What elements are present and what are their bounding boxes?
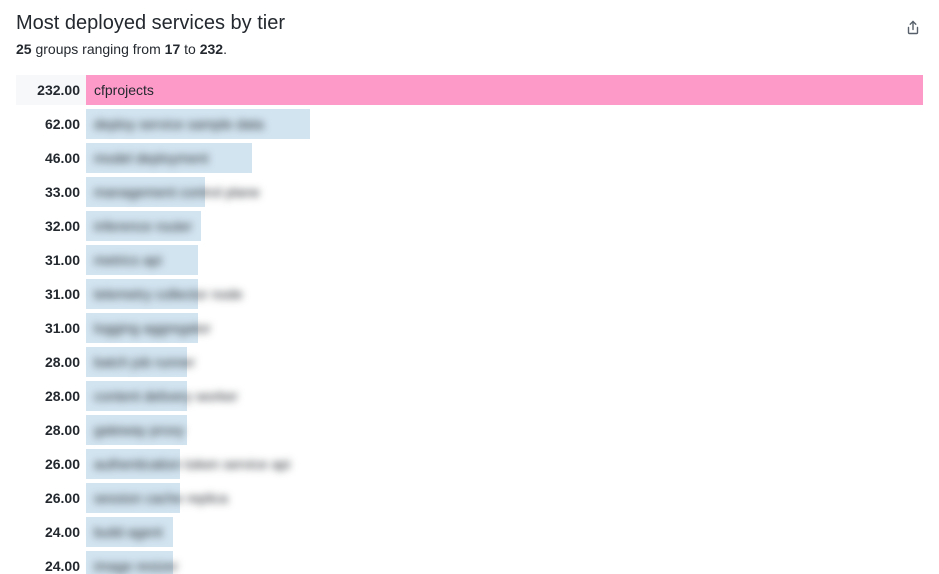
subtitle-text-3: . xyxy=(223,41,227,57)
chart-row[interactable]: 232.00cfprojects xyxy=(16,75,923,105)
bar-track: content delivery worker xyxy=(86,381,923,411)
bar-fill xyxy=(86,211,201,241)
bar-fill xyxy=(86,483,180,513)
range-max: 232 xyxy=(200,41,223,57)
page-title: Most deployed services by tier xyxy=(16,12,285,35)
bar-track: inference router xyxy=(86,211,923,241)
chart-row[interactable]: 32.00inference router xyxy=(16,211,923,241)
bar-value: 26.00 xyxy=(16,449,86,479)
panel: Most deployed services by tier 25 groups… xyxy=(0,0,939,574)
bar-track: model deployment xyxy=(86,143,923,173)
bar-track: build agent xyxy=(86,517,923,547)
bar-chart: 232.00cfprojects62.00deploy service samp… xyxy=(16,75,923,574)
bar-track: session cache replica xyxy=(86,483,923,513)
bar-fill xyxy=(86,381,187,411)
bar-track: telemetry collector node xyxy=(86,279,923,309)
bar-fill xyxy=(86,449,180,479)
bar-fill xyxy=(86,551,173,574)
bar-fill xyxy=(86,177,205,207)
bar-track: gateway proxy xyxy=(86,415,923,445)
bar-value: 46.00 xyxy=(16,143,86,173)
bar-fill xyxy=(86,143,252,173)
subtitle-text-2: to xyxy=(180,41,199,57)
bar-fill xyxy=(86,75,923,105)
subtitle-text-1: groups ranging from xyxy=(32,41,165,57)
bar-value: 28.00 xyxy=(16,381,86,411)
bar-fill xyxy=(86,245,198,275)
bar-value: 62.00 xyxy=(16,109,86,139)
bar-fill xyxy=(86,415,187,445)
bar-value: 28.00 xyxy=(16,415,86,445)
share-icon xyxy=(905,20,921,36)
bar-value: 31.00 xyxy=(16,279,86,309)
bar-track: metrics api xyxy=(86,245,923,275)
chart-row[interactable]: 28.00content delivery worker xyxy=(16,381,923,411)
bar-value: 26.00 xyxy=(16,483,86,513)
chart-row[interactable]: 28.00gateway proxy xyxy=(16,415,923,445)
chart-row[interactable]: 33.00management control plane xyxy=(16,177,923,207)
bar-track: batch job runner xyxy=(86,347,923,377)
bar-fill xyxy=(86,347,187,377)
groups-count: 25 xyxy=(16,41,32,57)
bar-fill xyxy=(86,517,173,547)
chart-row[interactable]: 24.00build agent xyxy=(16,517,923,547)
bar-fill xyxy=(86,109,310,139)
bar-track: authentication token service api xyxy=(86,449,923,479)
chart-row[interactable]: 26.00session cache replica xyxy=(16,483,923,513)
chart-row[interactable]: 46.00model deployment xyxy=(16,143,923,173)
subtitle: 25 groups ranging from 17 to 232. xyxy=(16,41,285,57)
bar-value: 24.00 xyxy=(16,551,86,574)
bar-value: 32.00 xyxy=(16,211,86,241)
chart-row[interactable]: 31.00logging aggregator xyxy=(16,313,923,343)
chart-row[interactable]: 31.00metrics api xyxy=(16,245,923,275)
share-button[interactable] xyxy=(903,18,923,38)
chart-row[interactable]: 31.00telemetry collector node xyxy=(16,279,923,309)
bar-fill xyxy=(86,279,198,309)
chart-row[interactable]: 62.00deploy service sample data xyxy=(16,109,923,139)
bar-value: 24.00 xyxy=(16,517,86,547)
bar-track: management control plane xyxy=(86,177,923,207)
header-row: Most deployed services by tier 25 groups… xyxy=(16,12,923,75)
chart-row[interactable]: 28.00batch job runner xyxy=(16,347,923,377)
chart-row[interactable]: 26.00authentication token service api xyxy=(16,449,923,479)
bar-value: 232.00 xyxy=(16,75,86,105)
bar-value: 31.00 xyxy=(16,313,86,343)
bar-track: cfprojects xyxy=(86,75,923,105)
bar-track: logging aggregator xyxy=(86,313,923,343)
bar-value: 33.00 xyxy=(16,177,86,207)
bar-value: 28.00 xyxy=(16,347,86,377)
chart-row[interactable]: 24.00image resizer xyxy=(16,551,923,574)
header-text: Most deployed services by tier 25 groups… xyxy=(16,12,285,75)
bar-value: 31.00 xyxy=(16,245,86,275)
bar-fill xyxy=(86,313,198,343)
bar-track: deploy service sample data xyxy=(86,109,923,139)
range-min: 17 xyxy=(165,41,181,57)
bar-track: image resizer xyxy=(86,551,923,574)
